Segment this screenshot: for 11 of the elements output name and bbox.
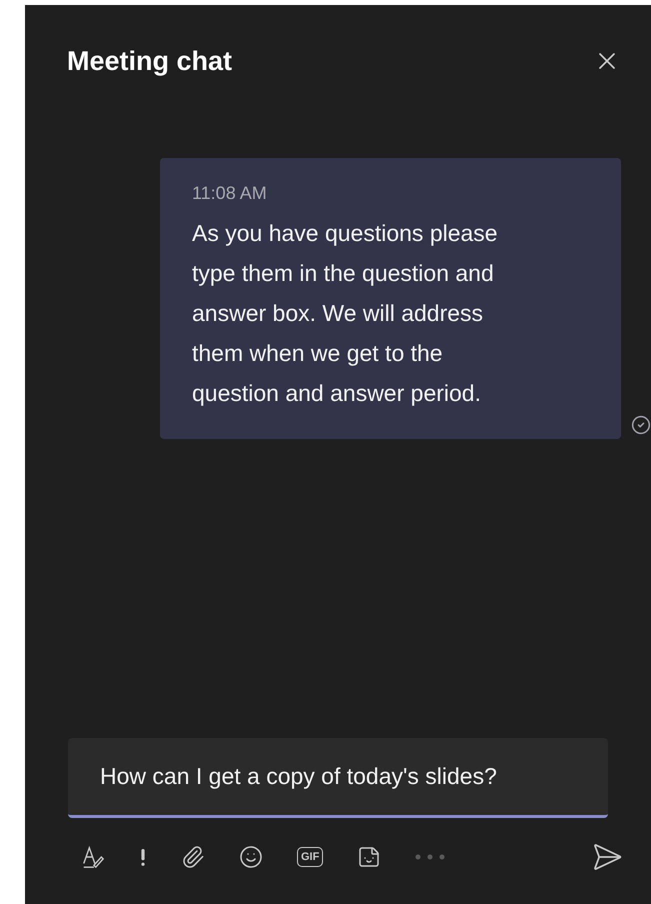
sticker-icon (357, 845, 382, 869)
gif-button[interactable]: GIF (297, 847, 324, 867)
message-input-field[interactable]: How can I get a copy of today's slides? (68, 738, 608, 818)
paperclip-icon (181, 845, 205, 869)
message-time: 11:08 AM (192, 182, 268, 204)
send-icon (591, 841, 623, 873)
format-icon (81, 845, 105, 869)
smiley-icon (239, 845, 263, 869)
panel-title: Meeting chat (67, 45, 232, 78)
more-icon (415, 854, 446, 860)
message-text: As you have questions please type them in the question and answer box. We will address them when we get to the question and answer period. (192, 218, 499, 408)
